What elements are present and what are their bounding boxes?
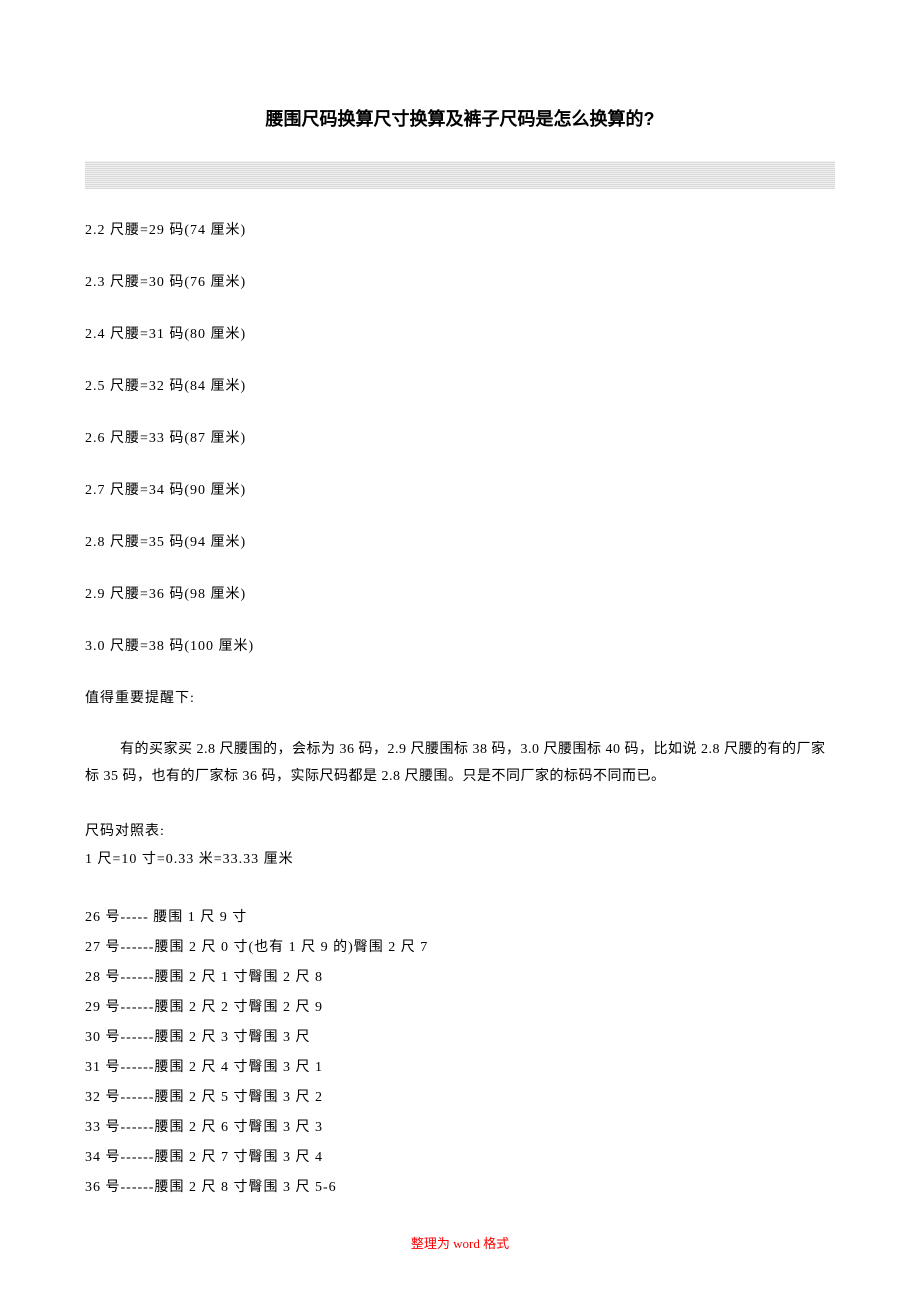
size-row: 29 号------腰围 2 尺 2 寸臀围 2 尺 9 (85, 996, 835, 1016)
size-row: 33 号------腰围 2 尺 6 寸臀围 3 尺 3 (85, 1116, 835, 1136)
size-row: 31 号------腰围 2 尺 4 寸臀围 3 尺 1 (85, 1056, 835, 1076)
size-row: 27 号------腰围 2 尺 0 寸(也有 1 尺 9 的)臀围 2 尺 7 (85, 936, 835, 956)
conversion-item: 2.2 尺腰=29 码(74 厘米) (85, 219, 835, 239)
conversion-item: 2.6 尺腰=33 码(87 厘米) (85, 427, 835, 447)
conversion-item: 2.3 尺腰=30 码(76 厘米) (85, 271, 835, 291)
size-table: 26 号----- 腰围 1 尺 9 寸 27 号------腰围 2 尺 0 … (85, 906, 835, 1196)
conversion-item: 2.8 尺腰=35 码(94 厘米) (85, 531, 835, 551)
note-heading: 值得重要提醒下: (85, 687, 835, 707)
reference-line: 1 尺=10 寸=0.33 米=33.33 厘米 (85, 848, 835, 868)
document-title: 腰围尺码换算尺寸换算及裤子尺码是怎么换算的? (85, 105, 835, 131)
size-row: 34 号------腰围 2 尺 7 寸臀围 3 尺 4 (85, 1146, 835, 1166)
conversion-item: 3.0 尺腰=38 码(100 厘米) (85, 635, 835, 655)
conversion-item: 2.7 尺腰=34 码(90 厘米) (85, 479, 835, 499)
footer-prefix: 整理为 (411, 1236, 450, 1251)
size-row: 36 号------腰围 2 尺 8 寸臀围 3 尺 5-6 (85, 1176, 835, 1196)
document-body: 腰围尺码换算尺寸换算及裤子尺码是怎么换算的? 2.2 尺腰=29 码(74 厘米… (0, 0, 920, 1196)
size-row: 30 号------腰围 2 尺 3 寸臀围 3 尺 (85, 1026, 835, 1046)
size-row: 26 号----- 腰围 1 尺 9 寸 (85, 906, 835, 926)
page-footer: 整理为 word 格式 (0, 1233, 920, 1252)
conversion-item: 2.4 尺腰=31 码(80 厘米) (85, 323, 835, 343)
conversion-item: 2.9 尺腰=36 码(98 厘米) (85, 583, 835, 603)
size-row: 32 号------腰围 2 尺 5 寸臀围 3 尺 2 (85, 1086, 835, 1106)
conversion-item: 2.5 尺腰=32 码(84 厘米) (85, 375, 835, 395)
conversion-list: 2.2 尺腰=29 码(74 厘米) 2.3 尺腰=30 码(76 厘米) 2.… (85, 219, 835, 655)
footer-word: word (450, 1236, 483, 1251)
footer-suffix: 格式 (483, 1236, 509, 1251)
reference-heading: 尺码对照表: (85, 820, 835, 840)
note-paragraph: 有的买家买 2.8 尺腰围的，会标为 36 码，2.9 尺腰围标 38 码，3.… (85, 737, 835, 790)
divider-band (85, 161, 835, 189)
size-row: 28 号------腰围 2 尺 1 寸臀围 2 尺 8 (85, 966, 835, 986)
